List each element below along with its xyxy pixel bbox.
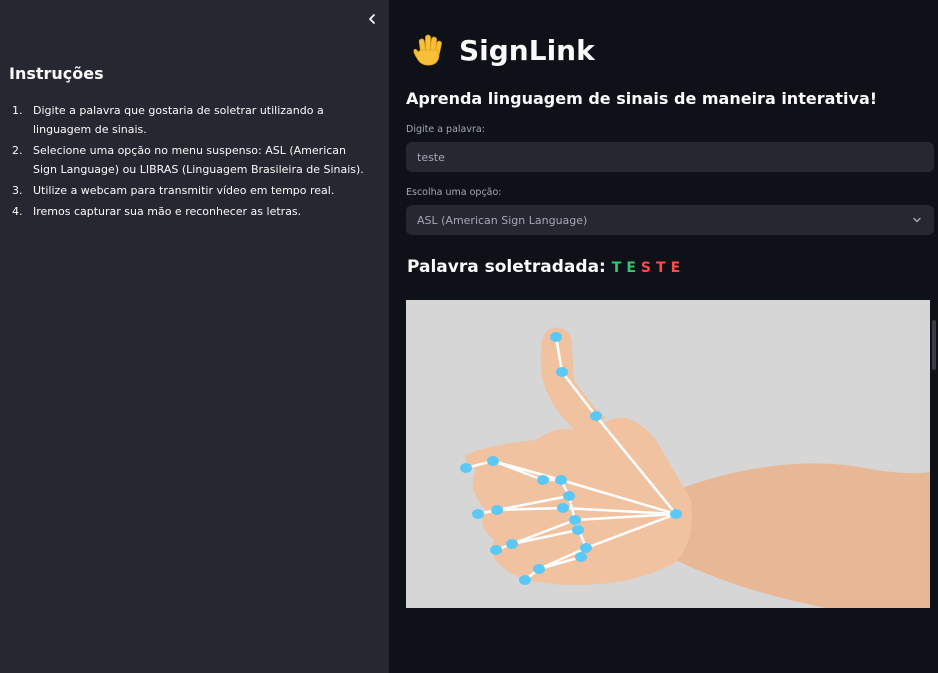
chevron-down-icon bbox=[913, 217, 921, 223]
landmark-point bbox=[569, 515, 581, 525]
spelled-word: Palavra soletradada: TESTE bbox=[407, 257, 685, 277]
word-input[interactable] bbox=[406, 142, 934, 172]
spelled-letter: E bbox=[670, 260, 682, 276]
landmark-point bbox=[487, 456, 499, 466]
landmark-point bbox=[506, 539, 518, 549]
raised-hand-icon bbox=[413, 34, 442, 66]
instruction-item: 1. Digite a palavra que gostaria de solet… bbox=[12, 104, 324, 136]
landmark-point bbox=[537, 475, 549, 485]
scrollbar[interactable] bbox=[932, 320, 936, 370]
landmark-point bbox=[460, 463, 472, 473]
sidebar-title: Instruções bbox=[9, 64, 104, 83]
app-title-text: SignLink bbox=[459, 33, 595, 67]
sidebar: Instruções 1. Digite a palavra que gostar… bbox=[0, 0, 389, 673]
landmark-point bbox=[491, 505, 503, 515]
landmark-point bbox=[550, 332, 562, 342]
landmark-point bbox=[533, 564, 545, 574]
app-title: SignLink bbox=[411, 30, 595, 70]
main-content: SignLink Aprenda linguagem de sinais de … bbox=[389, 0, 938, 673]
landmark-point bbox=[519, 575, 531, 585]
word-input-label: Digite a palavra: bbox=[406, 124, 485, 135]
instruction-item: 3. Utilize a webcam para transmitir vídeo… bbox=[12, 184, 335, 197]
spelled-letter: T bbox=[656, 260, 667, 276]
webcam-feed bbox=[406, 300, 930, 608]
spelled-letter: E bbox=[626, 260, 637, 276]
landmark-point bbox=[580, 543, 592, 553]
chevron-left-icon[interactable] bbox=[362, 10, 382, 30]
landmark-point bbox=[590, 411, 602, 421]
landmark-point bbox=[563, 491, 575, 501]
landmark-point bbox=[490, 545, 502, 555]
option-select-label: Escolha uma opção: bbox=[406, 187, 502, 198]
landmark-point bbox=[555, 475, 567, 485]
instructions-list: 1. Digite a palavra que gostaria de solet… bbox=[9, 101, 369, 223]
instruction-item: 4. Iremos capturar sua mão e reconhecer a… bbox=[12, 205, 302, 218]
spelled-label: Palavra soletradada: bbox=[407, 257, 606, 277]
landmark-point bbox=[670, 509, 682, 519]
landmark-point bbox=[556, 367, 568, 377]
landmark-point bbox=[557, 503, 569, 513]
hand-landmark-image bbox=[460, 327, 930, 608]
instruction-item: 2. Selecione uma opção no menu suspenso: … bbox=[12, 144, 364, 176]
language-select[interactable]: ASL (American Sign Language) bbox=[406, 205, 934, 235]
landmark-point bbox=[575, 552, 587, 562]
subtitle: Aprenda linguagem de sinais de maneira i… bbox=[406, 89, 878, 108]
spelled-letter: T bbox=[611, 260, 623, 276]
landmark-point bbox=[472, 509, 484, 519]
landmark-point bbox=[572, 525, 584, 535]
spelled-letters: TESTE bbox=[612, 260, 685, 276]
selected-option: ASL (American Sign Language) bbox=[417, 213, 588, 227]
spelled-letter: S bbox=[640, 260, 653, 276]
